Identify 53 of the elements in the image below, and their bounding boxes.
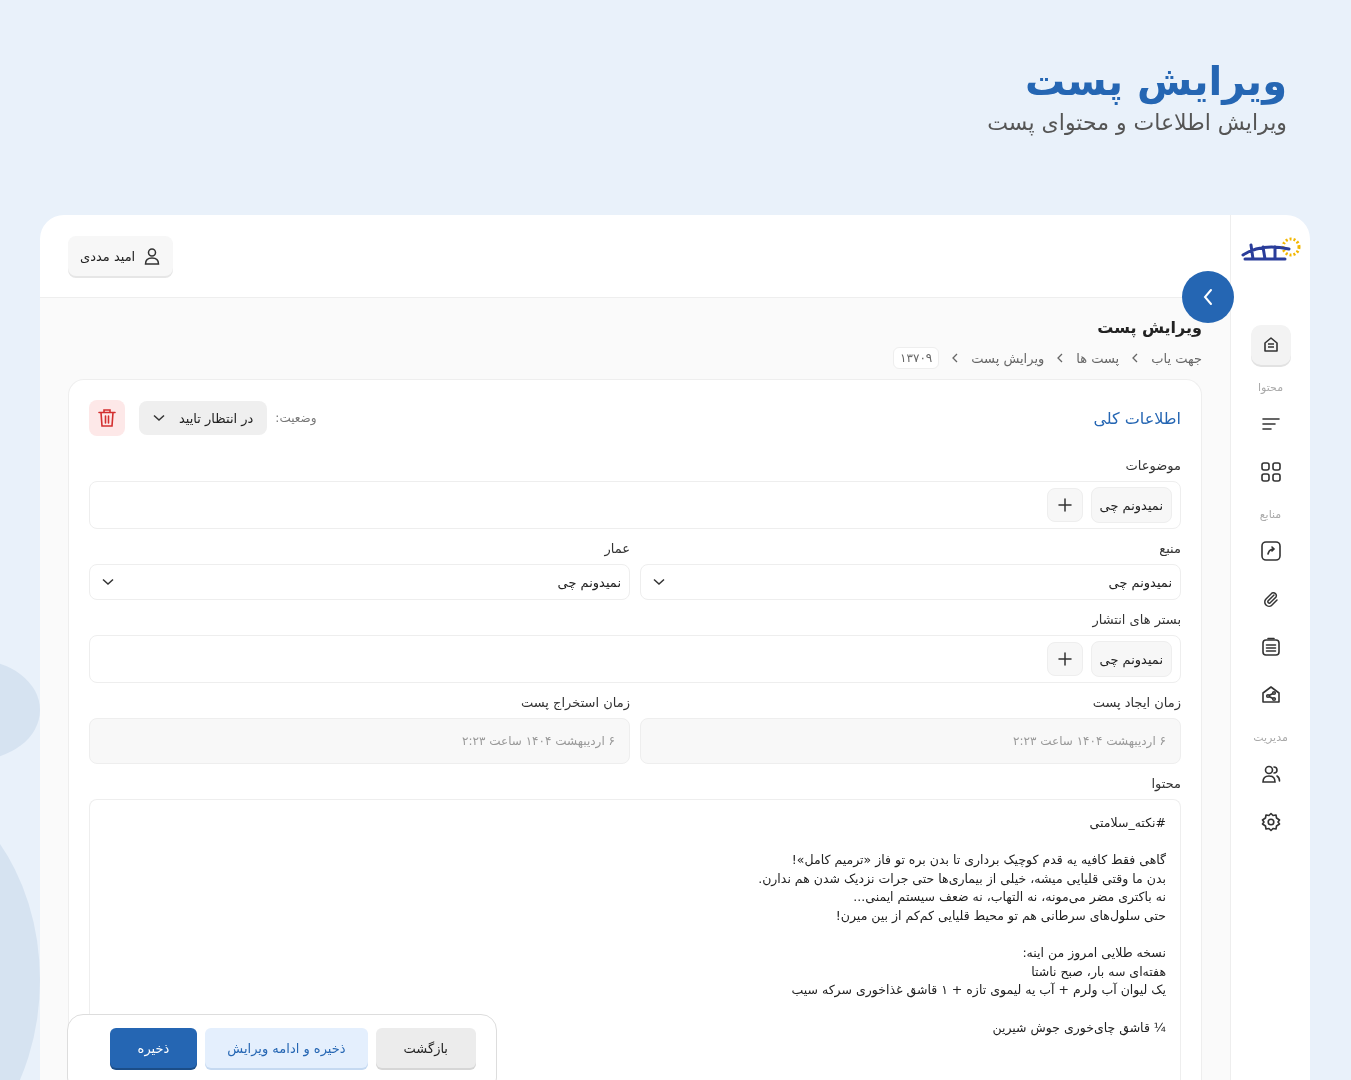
add-button[interactable] [1046,642,1083,676]
field-label: عمار [603,541,630,556]
section-label: محتوا [1257,381,1284,394]
page-heading: ویرایش پست [1023,58,1287,104]
clipboard-icon [1260,637,1281,657]
chevron-icon [1131,353,1140,363]
select-field[interactable]: نمیدونم چی [640,564,1181,600]
section-label: مدیریت [1253,731,1288,744]
field-label: منبع [1158,541,1181,556]
menu-lines-icon [1261,417,1280,431]
chevron-icon [1056,353,1065,363]
chevron-left-icon [1202,288,1214,306]
tag-input-field[interactable]: نمیدونم چی [89,635,1181,683]
section-label: منابع [1259,508,1282,521]
select-field[interactable]: نمیدونم چی [89,564,630,600]
user-icon [143,247,162,265]
page-title: ویرایش پست [1096,318,1202,337]
chevron-down-icon [153,414,165,422]
user-button[interactable]: امید مددی [68,236,174,276]
field-label: بستر های انتشار [1091,612,1181,627]
field-label: زمان استخراج پست [520,695,630,710]
grid-icon [1260,462,1281,482]
save-button[interactable]: ذخیره [109,1028,198,1068]
breadcrumb-link[interactable]: پست ها [1076,350,1120,366]
breadcrumb-link[interactable]: جهت یاب [1151,350,1202,366]
save-continue-button[interactable]: ذخیره و ادامه ویرایش [205,1028,368,1068]
back-button[interactable]: بازگشت [375,1028,476,1068]
status-label: وضعیت: [275,411,317,425]
field-label: محتوا [1150,776,1181,791]
trash-icon [98,408,116,428]
post-id-badge: ۱۳۷۰۹ [893,347,940,369]
plus-icon [1057,652,1072,666]
sidebar-item[interactable] [1250,325,1291,365]
chevron-icon [951,353,960,363]
delete-button[interactable] [89,400,125,436]
section-title: اطلاعات کلی [1093,408,1181,428]
status-dropdown[interactable]: در انتظار تایید [139,401,268,435]
paperclip-icon [1261,590,1280,608]
tag-chip: نمیدونم چی [1090,487,1172,523]
chevron-down-icon [102,578,114,586]
users-icon [1260,764,1281,784]
tag-chip: نمیدونم چی [1090,641,1172,677]
chevron-down-icon [653,578,665,586]
tag-input-field[interactable]: نمیدونم چی [89,481,1181,529]
settings-icon [1260,812,1281,832]
field-label: زمان ایجاد پست [1091,695,1181,710]
house-share-icon [1260,685,1281,705]
page-subtitle: ویرایش اطلاعات و محتوای پست [986,110,1287,135]
field-label: موضوعات [1124,458,1181,473]
breadcrumb-link[interactable]: ویرایش پست [971,350,1045,366]
plus-icon [1057,498,1072,512]
add-button[interactable] [1046,488,1083,522]
share-icon [1260,541,1281,561]
